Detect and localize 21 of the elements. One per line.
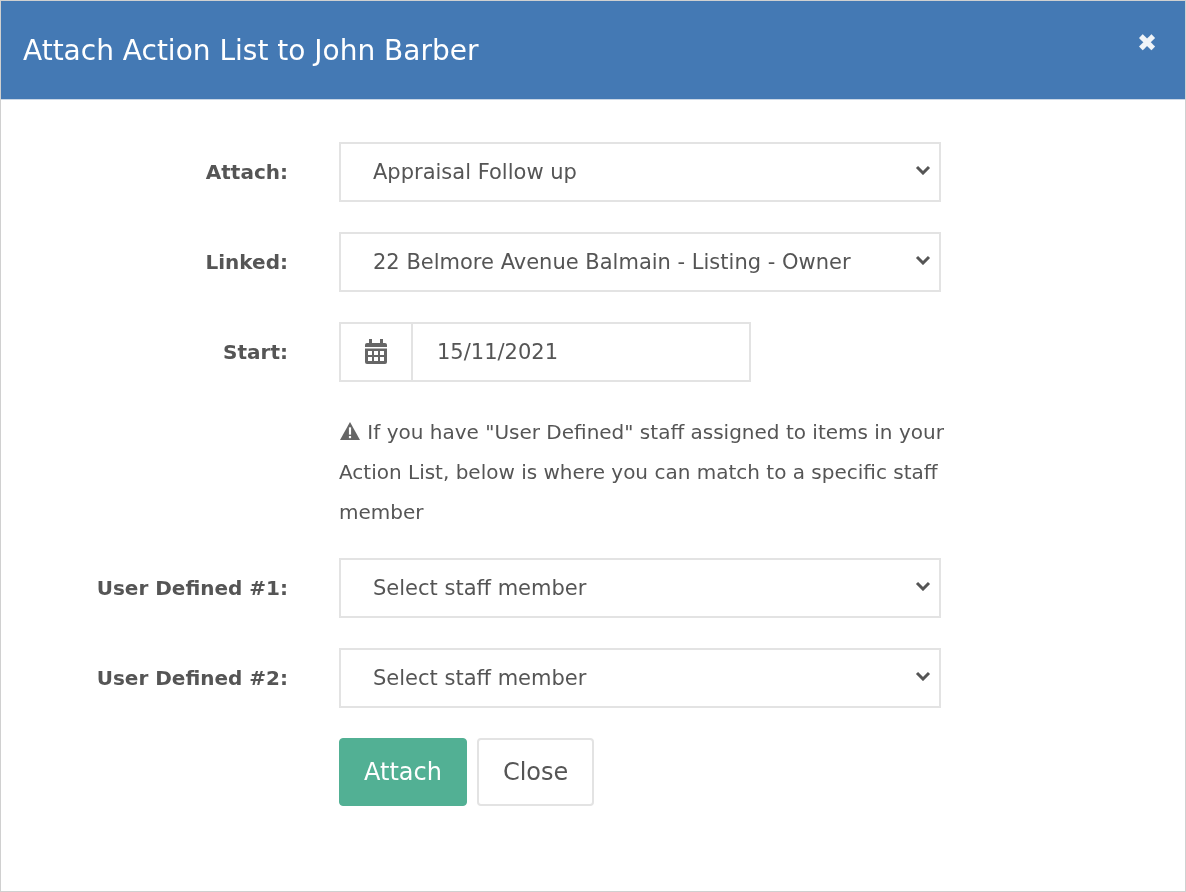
dialog-title: Attach Action List to John Barber (23, 33, 479, 67)
field-label: Attach: (205, 160, 288, 184)
dropdown-field[interactable]: 22 Belmore Avenue Balmain - Listing - Owner (339, 232, 941, 292)
caret-icon (915, 165, 931, 175)
dropdown-field[interactable]: Select staff member (339, 648, 941, 708)
close-button[interactable]: ✖ (1130, 29, 1163, 57)
caret-icon (915, 255, 931, 265)
calendar-button[interactable] (339, 322, 413, 382)
field-label: Start: (223, 340, 288, 364)
warning-icon (339, 421, 361, 441)
field-label: Linked: (205, 250, 288, 274)
dropdown-field[interactable]: Select staff member (339, 558, 941, 618)
calendar-icon (364, 339, 388, 365)
caret-icon (915, 581, 931, 591)
field-label: User Defined #2: (96, 666, 288, 690)
notice-text: If you have "User Defined" staff assigned to items in your Action List, below is where you can match to a specific staff member (339, 419, 945, 526)
dropdown-field[interactable]: Appraisal Follow up (339, 142, 941, 202)
field-label: User Defined #1: (96, 576, 288, 600)
close-button[interactable]: Close (476, 738, 595, 806)
caret-icon (915, 671, 931, 681)
date-field[interactable]: 15/11/2021 (413, 322, 751, 382)
